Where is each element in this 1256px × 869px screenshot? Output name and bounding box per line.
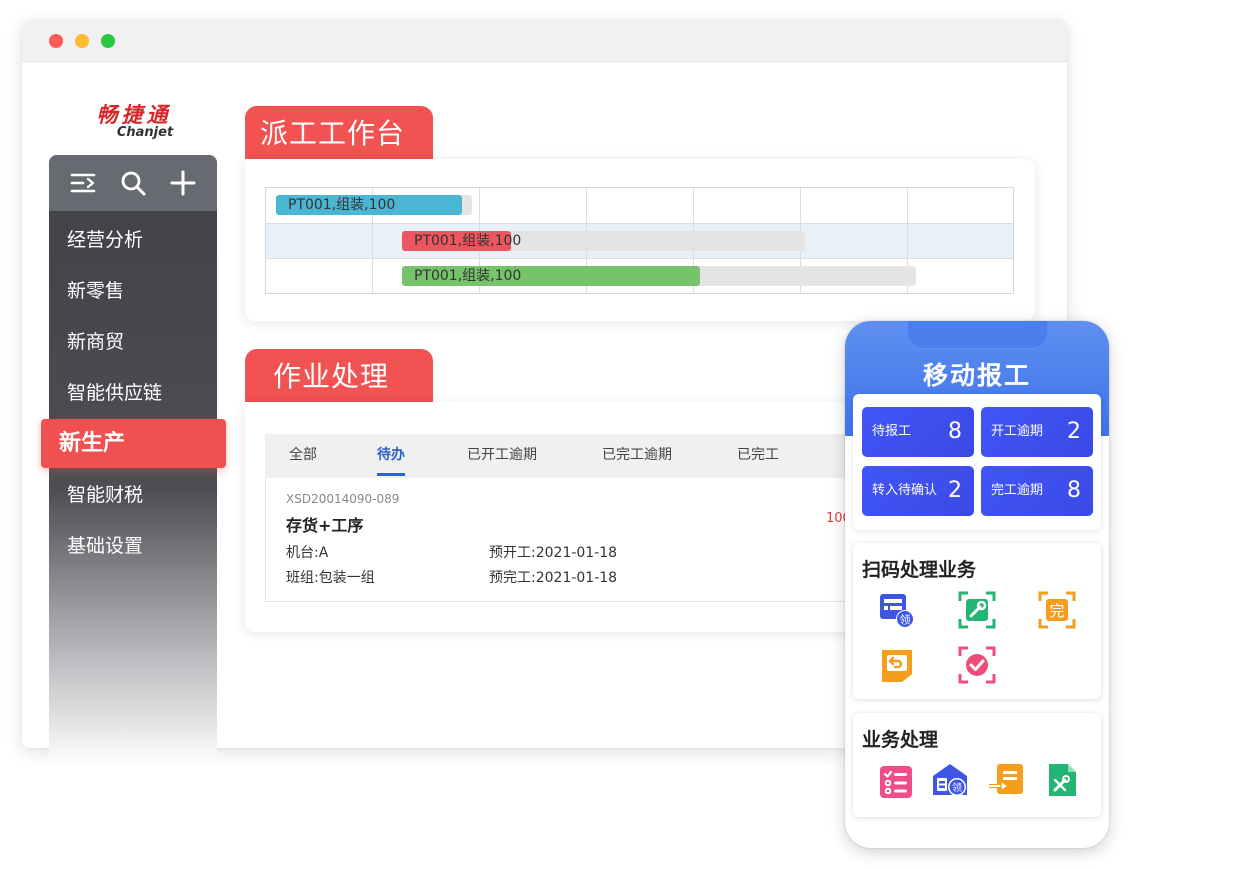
maximize-window-button[interactable] <box>101 34 115 48</box>
ops-section-title: 作业处理 <box>245 349 433 403</box>
task-item[interactable]: XSD20014090-089 存货+工序 机台:A 预开工:2021-01-1… <box>265 478 885 602</box>
stat-label: 转入待确认 <box>872 483 938 498</box>
tab-finished-overdue[interactable]: 已完工逾期 <box>602 434 672 478</box>
warehouse-receive-icon[interactable]: 领 <box>931 761 969 799</box>
task-title: 存货+工序 <box>286 516 364 535</box>
stat-value: 2 <box>948 478 962 503</box>
dispatch-section-title: 派工工作台 <box>245 106 433 160</box>
stat-pending-report[interactable]: 待报工 8 <box>862 407 974 457</box>
stat-label: 待报工 <box>872 424 912 439</box>
scan-repair-icon[interactable] <box>958 591 996 629</box>
stat-label: 开工逾期 <box>991 424 1044 439</box>
phone-title: 移动报工 <box>922 361 1031 390</box>
scan-complete-icon[interactable]: 完 <box>1038 591 1076 629</box>
tab-finished[interactable]: 已完工 <box>737 434 779 478</box>
scan-panel-title: 扫码处理业务 <box>862 559 977 581</box>
sidebar-item-new-trade[interactable]: 新商贸 <box>67 330 124 354</box>
business-panel: 业务处理 领 <box>853 713 1101 817</box>
close-window-button[interactable] <box>49 34 63 48</box>
gantt-gridline <box>266 258 1013 259</box>
scan-receive-icon[interactable]: 领 <box>878 591 916 629</box>
mobile-report-phone: 移动报工 待报工 8 开工逾期 2 转入待确认 2 完工逾期 8 扫码处理业务 <box>845 321 1109 848</box>
stat-pending-confirm[interactable]: 转入待确认 2 <box>862 466 974 516</box>
sidebar-item-supply-chain[interactable]: 智能供应链 <box>67 381 162 405</box>
scan-panel: 扫码处理业务 领 完 <box>853 543 1101 699</box>
stat-label: 完工逾期 <box>991 483 1044 498</box>
plus-icon[interactable] <box>169 169 197 197</box>
gantt-task-bar[interactable]: PT001,组装,100 <box>402 266 916 286</box>
gantt-chart: PT001,组装,100 PT001,组装,100 PT001,组装,100 <box>265 187 1014 294</box>
tab-all[interactable]: 全部 <box>289 434 317 478</box>
sidebar-item-finance-tax[interactable]: 智能财税 <box>67 483 143 507</box>
business-panel-title: 业务处理 <box>862 729 939 751</box>
gantt-task-label: PT001,组装,100 <box>414 268 522 284</box>
stats-panel: 待报工 8 开工逾期 2 转入待确认 2 完工逾期 8 <box>853 394 1101 530</box>
tab-todo[interactable]: 待办 <box>377 434 405 478</box>
brand-logo: 畅捷通 Chanjet <box>79 104 189 140</box>
dispatch-card: PT001,组装,100 PT001,组装,100 PT001,组装,100 <box>245 159 1035 321</box>
stat-value: 2 <box>1067 419 1081 444</box>
minimize-window-button[interactable] <box>75 34 89 48</box>
task-id: XSD20014090-089 <box>286 492 400 506</box>
transfer-doc-icon[interactable] <box>987 761 1025 799</box>
scan-receive-glyph: 领 <box>900 614 911 627</box>
ops-tabbar: 全部 待办 已开工逾期 已完工逾期 已完工 <box>265 434 885 478</box>
stat-value: 8 <box>948 419 962 444</box>
task-team: 班组:包装一组 <box>286 570 375 586</box>
menu-icon[interactable] <box>69 169 97 197</box>
stat-start-overdue[interactable]: 开工逾期 2 <box>981 407 1093 457</box>
sidebar-toolbar <box>49 155 217 211</box>
sidebar-item-business-analysis[interactable]: 经营分析 <box>67 228 143 252</box>
scan-return-icon[interactable] <box>878 646 916 684</box>
scan-complete-glyph: 完 <box>1049 602 1064 620</box>
task-machine: 机台:A <box>286 545 329 561</box>
warehouse-receive-glyph: 领 <box>952 781 962 794</box>
checklist-icon[interactable] <box>877 763 915 801</box>
scan-confirm-icon[interactable] <box>958 646 996 684</box>
window-titlebar <box>22 20 1067 62</box>
search-icon[interactable] <box>119 169 147 197</box>
task-plan-finish: 预完工:2021-01-18 <box>489 570 618 586</box>
phone-notch <box>908 321 1047 349</box>
gantt-gridline <box>266 223 1013 224</box>
task-plan-start: 预开工:2021-01-18 <box>489 545 618 561</box>
sidebar-item-new-production[interactable]: 新生产 <box>41 419 226 468</box>
repair-doc-icon[interactable] <box>1043 761 1081 799</box>
gantt-task-bar[interactable]: PT001,组装,100 <box>402 231 805 251</box>
ops-card: 全部 待办 已开工逾期 已完工逾期 已完工 XSD20014090-089 存货… <box>245 402 885 632</box>
brand-name-cn: 畅捷通 <box>96 102 172 127</box>
sidebar-item-basic-settings[interactable]: 基础设置 <box>67 534 143 558</box>
brand-name-en: Chanjet <box>116 125 174 140</box>
gantt-task-bar[interactable]: PT001,组装,100 <box>276 195 472 215</box>
gantt-task-label: PT001,组装,100 <box>414 233 522 249</box>
tab-started-overdue[interactable]: 已开工逾期 <box>467 434 537 478</box>
stat-value: 8 <box>1067 478 1081 503</box>
stat-finish-overdue[interactable]: 完工逾期 8 <box>981 466 1093 516</box>
sidebar-item-new-retail[interactable]: 新零售 <box>67 279 124 303</box>
gantt-task-label: PT001,组装,100 <box>288 197 396 213</box>
